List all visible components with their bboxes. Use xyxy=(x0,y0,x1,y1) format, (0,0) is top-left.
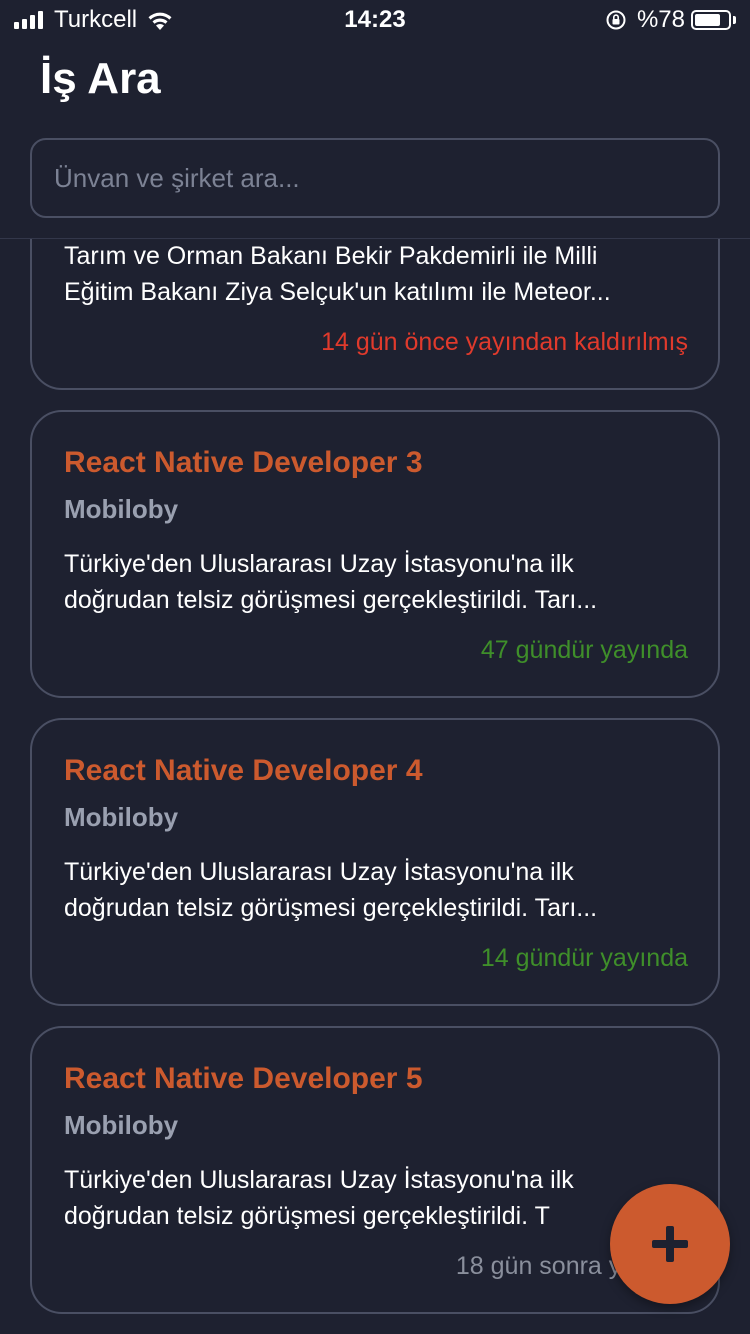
job-title: React Native Developer 3 xyxy=(64,446,423,479)
job-description: Tarım ve Orman Bakanı Bekir Pakdemirli i… xyxy=(64,238,692,310)
job-title: React Native Developer 5 xyxy=(64,1062,423,1095)
screen: Tarım ve Orman Bakanı Bekir Pakdemirli i… xyxy=(0,0,750,1334)
rotation-lock-icon xyxy=(606,10,626,30)
job-description-line: doğrudan telsiz görüşmesi gerçekleştiril… xyxy=(64,586,598,614)
battery-fill xyxy=(695,14,720,26)
job-description-line: Tarım ve Orman Bakanı Bekir Pakdemirli i… xyxy=(64,242,598,270)
job-company: Mobiloby xyxy=(64,1110,179,1140)
job-company: Mobiloby xyxy=(64,802,179,832)
job-description-line: Eğitim Bakanı Ziya Selçuk'un katılımı il… xyxy=(64,278,611,306)
job-title: React Native Developer 4 xyxy=(64,754,423,787)
header: İş Ara xyxy=(0,40,750,239)
job-status: 14 gün önce yayından kaldırılmış xyxy=(321,328,688,356)
job-status: 47 gündür yayında xyxy=(480,636,688,664)
battery-percent: %78 xyxy=(636,6,685,33)
status-bar: Turkcell 14:23 %78 xyxy=(0,0,750,40)
page-title: İş Ara xyxy=(40,54,161,103)
job-company: Mobiloby xyxy=(64,494,179,524)
plus-icon xyxy=(652,1226,688,1262)
job-description-line: Türkiye'den Uluslararası Uzay İstasyonu'… xyxy=(64,858,574,886)
job-card[interactable]: React Native Developer 3 Mobiloby Türkiy… xyxy=(30,410,720,698)
job-description: Türkiye'den Uluslararası Uzay İstasyonu'… xyxy=(64,1162,692,1234)
add-job-button[interactable] xyxy=(610,1184,730,1304)
job-description: Türkiye'den Uluslararası Uzay İstasyonu'… xyxy=(64,854,692,926)
battery-tip xyxy=(733,16,736,24)
job-card[interactable]: React Native Developer 4 Mobiloby Türkiy… xyxy=(30,718,720,1006)
search-input[interactable] xyxy=(32,140,718,216)
job-description-line: Türkiye'den Uluslararası Uzay İstasyonu'… xyxy=(64,550,574,578)
job-description-line: doğrudan telsiz görüşmesi gerçekleştiril… xyxy=(64,1202,550,1230)
job-status: 14 gündür yayında xyxy=(480,944,688,972)
status-right: %78 xyxy=(605,6,736,34)
job-description-line: Türkiye'den Uluslararası Uzay İstasyonu'… xyxy=(64,1166,574,1194)
battery-icon xyxy=(691,10,731,30)
search-box[interactable] xyxy=(30,138,720,218)
job-description-line: doğrudan telsiz görüşmesi gerçekleştiril… xyxy=(64,894,598,922)
job-description: Türkiye'den Uluslararası Uzay İstasyonu'… xyxy=(64,546,692,618)
